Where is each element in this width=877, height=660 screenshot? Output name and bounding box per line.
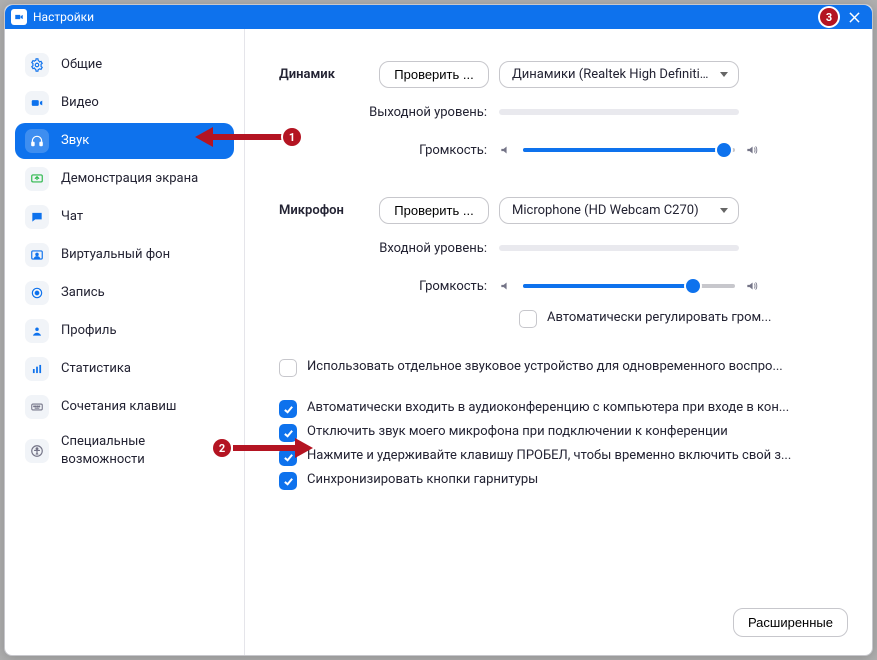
sidebar-item-label: Демонстрация экрана [61, 170, 198, 188]
share-screen-icon [25, 167, 49, 191]
sidebar-item-label: Профиль [61, 322, 117, 340]
speaker-volume-slider[interactable] [523, 148, 735, 152]
checkbox-space-to-unmute[interactable]: Нажмите и удерживайте клавишу ПРОБЕЛ, чт… [279, 447, 838, 466]
mic-volume-label: Громкость: [279, 279, 499, 294]
volume-low-icon [499, 143, 513, 157]
speaker-output-level-meter [499, 109, 739, 115]
sidebar-item-statistics[interactable]: Статистика [15, 351, 234, 387]
sidebar-item-shortcuts[interactable]: Сочетания клавиш [15, 389, 234, 425]
volume-high-icon [745, 143, 759, 157]
checkbox-label: Автоматически входить в аудиоконференцию… [307, 399, 789, 417]
window-title: Настройки [33, 10, 94, 24]
sidebar-item-virtual-bg[interactable]: Виртуальный фон [15, 237, 234, 273]
headphones-icon [25, 129, 49, 153]
sidebar: Общие Видео Звук Демонстрация экрана Чат… [5, 29, 245, 655]
sidebar-item-label: Статистика [61, 360, 131, 378]
sidebar-item-recording[interactable]: Запись [15, 275, 234, 311]
sidebar-item-label: Виртуальный фон [61, 246, 170, 264]
chat-icon [25, 205, 49, 229]
audio-settings-panel: Динамик Проверить ... Динамики (Realtek … [245, 29, 872, 655]
test-mic-button[interactable]: Проверить ... [379, 197, 489, 224]
sidebar-item-label: Звук [61, 132, 89, 150]
checkbox-label: Синхронизировать кнопки гарнитуры [307, 471, 538, 489]
accessibility-icon [25, 439, 49, 463]
mic-input-level-label: Входной уровень: [279, 241, 499, 256]
sidebar-item-general[interactable]: Общие [15, 47, 234, 83]
auto-adjust-label: Автоматически регулировать гром... [547, 309, 771, 327]
checkbox-auto-join-audio[interactable]: Автоматически входить в аудиоконференцию… [279, 399, 838, 418]
window-body: Общие Видео Звук Демонстрация экрана Чат… [5, 29, 872, 655]
checkbox-label: Использовать отдельное звуковое устройст… [307, 358, 783, 376]
checkbox-icon [519, 310, 537, 328]
sidebar-item-label: Видео [61, 94, 99, 112]
annotation-badge-1: 1 [283, 128, 301, 146]
sidebar-item-label: Специальные возможности [61, 433, 224, 469]
video-icon [25, 91, 49, 115]
close-button[interactable] [842, 7, 866, 27]
annotation-badge-3: 3 [820, 8, 838, 26]
annotation-badge-2: 2 [213, 439, 231, 457]
mic-input-level-meter [499, 245, 739, 251]
sidebar-item-label: Запись [61, 284, 105, 302]
annotation-arrow-1 [195, 132, 285, 142]
checkbox-icon [279, 359, 297, 377]
checkbox-separate-audio[interactable]: Использовать отдельное звуковое устройст… [279, 358, 838, 377]
mic-volume-slider[interactable] [523, 284, 735, 288]
annotation-arrow-2 [233, 443, 313, 453]
stats-icon [25, 357, 49, 381]
speaker-output-level-label: Выходной уровень: [279, 105, 499, 120]
app-icon [11, 9, 27, 25]
checkbox-sync-headset[interactable]: Синхронизировать кнопки гарнитуры [279, 471, 838, 490]
checkbox-label: Отключить звук моего микрофона при подкл… [307, 423, 728, 441]
sidebar-item-label: Сочетания клавиш [61, 398, 176, 416]
profile-icon [25, 319, 49, 343]
speaker-device-select[interactable]: Динамики (Realtek High Definitio... [499, 61, 739, 88]
sidebar-item-profile[interactable]: Профиль [15, 313, 234, 349]
volume-high-icon [745, 279, 759, 293]
record-icon [25, 281, 49, 305]
sidebar-item-label: Чат [61, 208, 83, 226]
speaker-section-title: Динамик [279, 67, 379, 82]
mic-section-title: Микрофон [279, 203, 379, 218]
sidebar-item-share-screen[interactable]: Демонстрация экрана [15, 161, 234, 197]
sidebar-item-video[interactable]: Видео [15, 85, 234, 121]
sidebar-item-label: Общие [61, 56, 102, 74]
sidebar-item-accessibility[interactable]: Специальные возможности [15, 427, 234, 475]
settings-window: Настройки 3 Общие Видео Звук Демонстраци [4, 4, 873, 656]
test-speaker-button[interactable]: Проверить ... [379, 61, 489, 88]
checkbox-checked-icon [279, 400, 297, 418]
mic-device-select[interactable]: Microphone (HD Webcam C270) [499, 197, 739, 224]
checkbox-checked-icon [279, 472, 297, 490]
volume-low-icon [499, 279, 513, 293]
checkbox-label: Нажмите и удерживайте клавишу ПРОБЕЛ, чт… [307, 447, 791, 465]
virtual-bg-icon [25, 243, 49, 267]
checkbox-mute-mic-on-join[interactable]: Отключить звук моего микрофона при подкл… [279, 423, 838, 442]
audio-options-group: Использовать отдельное звуковое устройст… [279, 358, 838, 490]
advanced-button[interactable]: Расширенные [733, 608, 848, 637]
sidebar-item-chat[interactable]: Чат [15, 199, 234, 235]
auto-adjust-checkbox-row[interactable]: Автоматически регулировать гром... [519, 309, 838, 328]
keyboard-icon [25, 395, 49, 419]
titlebar: Настройки 3 [5, 5, 872, 29]
settings-icon [25, 53, 49, 77]
speaker-volume-label: Громкость: [279, 143, 499, 158]
